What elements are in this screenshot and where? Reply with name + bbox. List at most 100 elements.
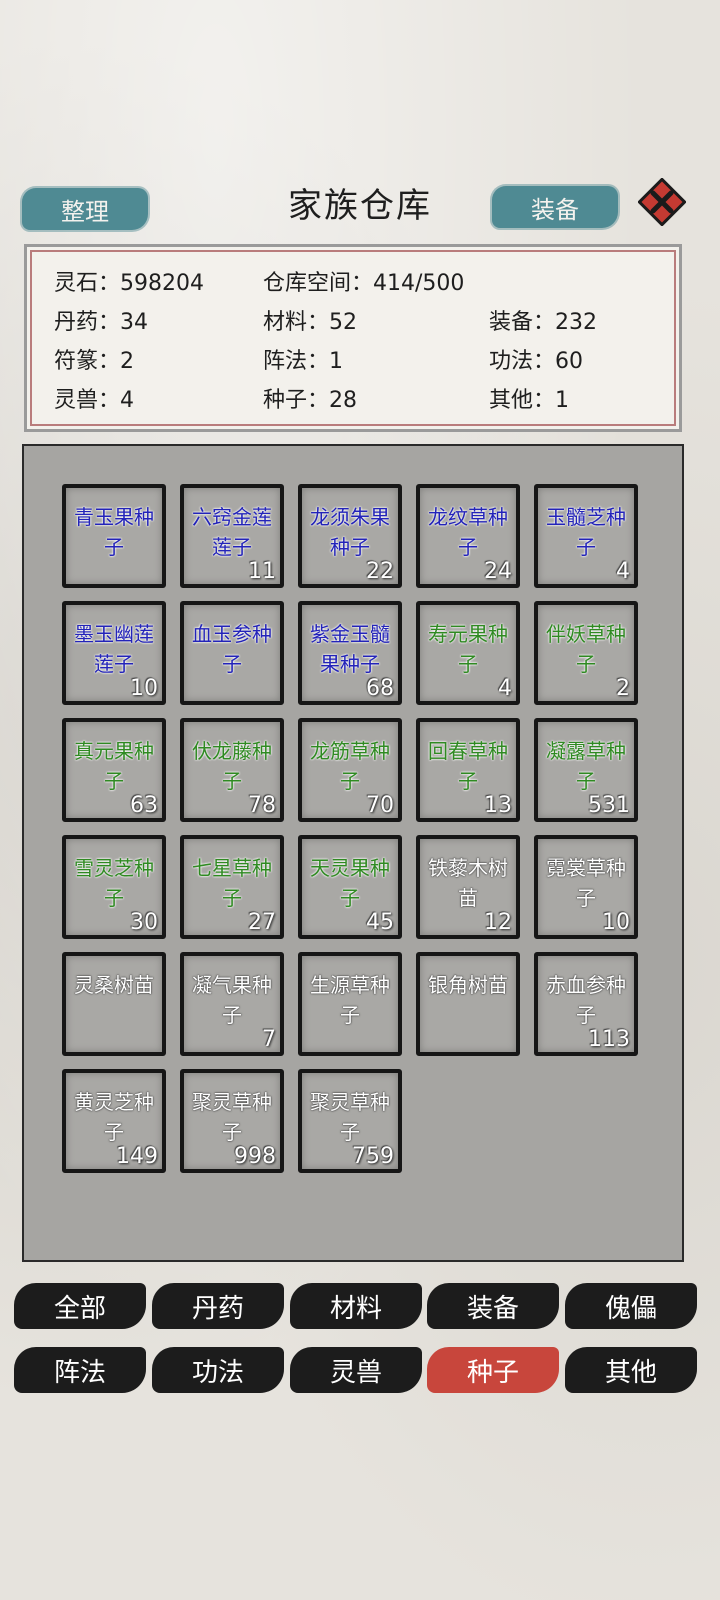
item-slot[interactable]: 青玉果种子: [62, 484, 166, 588]
pills-count: 丹药：34: [54, 310, 148, 335]
item-count: 22: [366, 559, 394, 584]
item-count: 11: [248, 559, 276, 584]
item-name: 回春草种子: [428, 739, 508, 793]
item-slot[interactable]: 紫金玉髓果种子 68: [298, 601, 402, 705]
technique-count: 功法：60: [489, 349, 583, 374]
equipment-button[interactable]: 装备: [492, 186, 618, 228]
item-slot[interactable]: 龙筋草种子 70: [298, 718, 402, 822]
item-name: 聚灵草种子: [310, 1090, 390, 1144]
spirit-stone-count: 灵石：598204: [54, 271, 204, 296]
item-slot[interactable]: 六窍金莲莲子 11: [180, 484, 284, 588]
item-name: 霓裳草种子: [546, 856, 626, 910]
item-slot[interactable]: 凝气果种子 7: [180, 952, 284, 1056]
item-count: 27: [248, 910, 276, 935]
item-count: 998: [234, 1144, 276, 1169]
item-slot[interactable]: 玉髓芝种子 4: [534, 484, 638, 588]
item-name: 血玉参种子: [192, 622, 272, 676]
item-slot[interactable]: 伴妖草种子 2: [534, 601, 638, 705]
item-slot[interactable]: 雪灵芝种子 30: [62, 835, 166, 939]
item-slot[interactable]: 聚灵草种子 998: [180, 1069, 284, 1173]
item-count: 2: [616, 676, 630, 701]
item-slot[interactable]: 龙须朱果种子 22: [298, 484, 402, 588]
item-slot[interactable]: 墨玉幽莲莲子 10: [62, 601, 166, 705]
item-count: 13: [484, 793, 512, 818]
item-count: 63: [130, 793, 158, 818]
item-name: 铁藜木树苗: [428, 856, 508, 910]
item-grid-panel: 青玉果种子 六窍金莲莲子 11 龙须朱果种子 22 龙纹草种子 24 玉髓芝种子 4 墨玉幽莲莲子…: [22, 444, 684, 1262]
item-slot[interactable]: 血玉参种子: [180, 601, 284, 705]
beast-count: 灵兽：4: [54, 388, 134, 413]
item-count: 10: [130, 676, 158, 701]
item-count: 149: [116, 1144, 158, 1169]
item-grid: 青玉果种子 六窍金莲莲子 11 龙须朱果种子 22 龙纹草种子 24 玉髓芝种子 4 墨玉幽莲莲子…: [62, 484, 638, 1173]
item-name: 生源草种子: [310, 973, 390, 1027]
item-slot[interactable]: 聚灵草种子 759: [298, 1069, 402, 1173]
item-name: 银角树苗: [428, 973, 508, 997]
tab-beast[interactable]: 灵兽: [290, 1347, 422, 1393]
item-name: 七星草种子: [192, 856, 272, 910]
item-count: 45: [366, 910, 394, 935]
item-slot[interactable]: 霓裳草种子 10: [534, 835, 638, 939]
item-name: 黄灵芝种子: [74, 1090, 154, 1144]
item-slot[interactable]: 回春草种子 13: [416, 718, 520, 822]
item-count: 113: [588, 1027, 630, 1052]
item-name: 龙筋草种子: [310, 739, 390, 793]
tab-materials[interactable]: 材料: [290, 1283, 422, 1329]
item-name: 紫金玉髓果种子: [310, 622, 390, 676]
item-slot[interactable]: 灵桑树苗: [62, 952, 166, 1056]
item-count: 4: [498, 676, 512, 701]
item-count: 10: [602, 910, 630, 935]
item-name: 雪灵芝种子: [74, 856, 154, 910]
item-slot[interactable]: 银角树苗: [416, 952, 520, 1056]
storage-summary-panel: 灵石：598204 仓库空间：414/500 丹药：34 材料：52 装备：23…: [24, 244, 682, 432]
tab-all[interactable]: 全部: [14, 1283, 146, 1329]
item-slot[interactable]: 寿元果种子 4: [416, 601, 520, 705]
item-name: 聚灵草种子: [192, 1090, 272, 1144]
item-name: 凝气果种子: [192, 973, 272, 1027]
item-name: 伏龙藤种子: [192, 739, 272, 793]
item-name: 灵桑树苗: [74, 973, 154, 997]
close-button[interactable]: [637, 177, 687, 227]
tab-pills[interactable]: 丹药: [152, 1283, 284, 1329]
item-slot[interactable]: 真元果种子 63: [62, 718, 166, 822]
item-slot[interactable]: 七星草种子 27: [180, 835, 284, 939]
item-slot[interactable]: 伏龙藤种子 78: [180, 718, 284, 822]
item-count: 759: [352, 1144, 394, 1169]
item-slot[interactable]: 铁藜木树苗 12: [416, 835, 520, 939]
item-name: 六窍金莲莲子: [192, 505, 272, 559]
item-count: 68: [366, 676, 394, 701]
item-name: 青玉果种子: [74, 505, 154, 559]
tab-formation[interactable]: 阵法: [14, 1347, 146, 1393]
tab-other[interactable]: 其他: [565, 1347, 697, 1393]
close-icon: [637, 177, 687, 227]
item-slot[interactable]: 天灵果种子 45: [298, 835, 402, 939]
item-slot[interactable]: 凝露草种子 531: [534, 718, 638, 822]
tab-technique[interactable]: 功法: [152, 1347, 284, 1393]
item-name: 龙须朱果种子: [310, 505, 390, 559]
item-name: 赤血参种子: [546, 973, 626, 1027]
item-count: 12: [484, 910, 512, 935]
item-slot[interactable]: 赤血参种子 113: [534, 952, 638, 1056]
seeds-count: 种子：28: [263, 388, 357, 413]
item-slot[interactable]: 黄灵芝种子 149: [62, 1069, 166, 1173]
talisman-count: 符篆：2: [54, 349, 134, 374]
materials-count: 材料：52: [263, 310, 357, 335]
item-slot[interactable]: 生源草种子: [298, 952, 402, 1056]
tab-seeds[interactable]: 种子: [427, 1347, 559, 1393]
other-count: 其他：1: [489, 388, 569, 413]
item-count: 78: [248, 793, 276, 818]
item-name: 寿元果种子: [428, 622, 508, 676]
item-name: 天灵果种子: [310, 856, 390, 910]
item-slot[interactable]: 龙纹草种子 24: [416, 484, 520, 588]
item-name: 墨玉幽莲莲子: [74, 622, 154, 676]
item-name: 凝露草种子: [546, 739, 626, 793]
formation-count: 阵法：1: [263, 349, 343, 374]
item-count: 531: [588, 793, 630, 818]
item-count: 4: [616, 559, 630, 584]
item-name: 玉髓芝种子: [546, 505, 626, 559]
item-count: 70: [366, 793, 394, 818]
item-name: 伴妖草种子: [546, 622, 626, 676]
tab-puppet[interactable]: 傀儡: [565, 1283, 697, 1329]
item-name: 真元果种子: [74, 739, 154, 793]
tab-equipment[interactable]: 装备: [427, 1283, 559, 1329]
